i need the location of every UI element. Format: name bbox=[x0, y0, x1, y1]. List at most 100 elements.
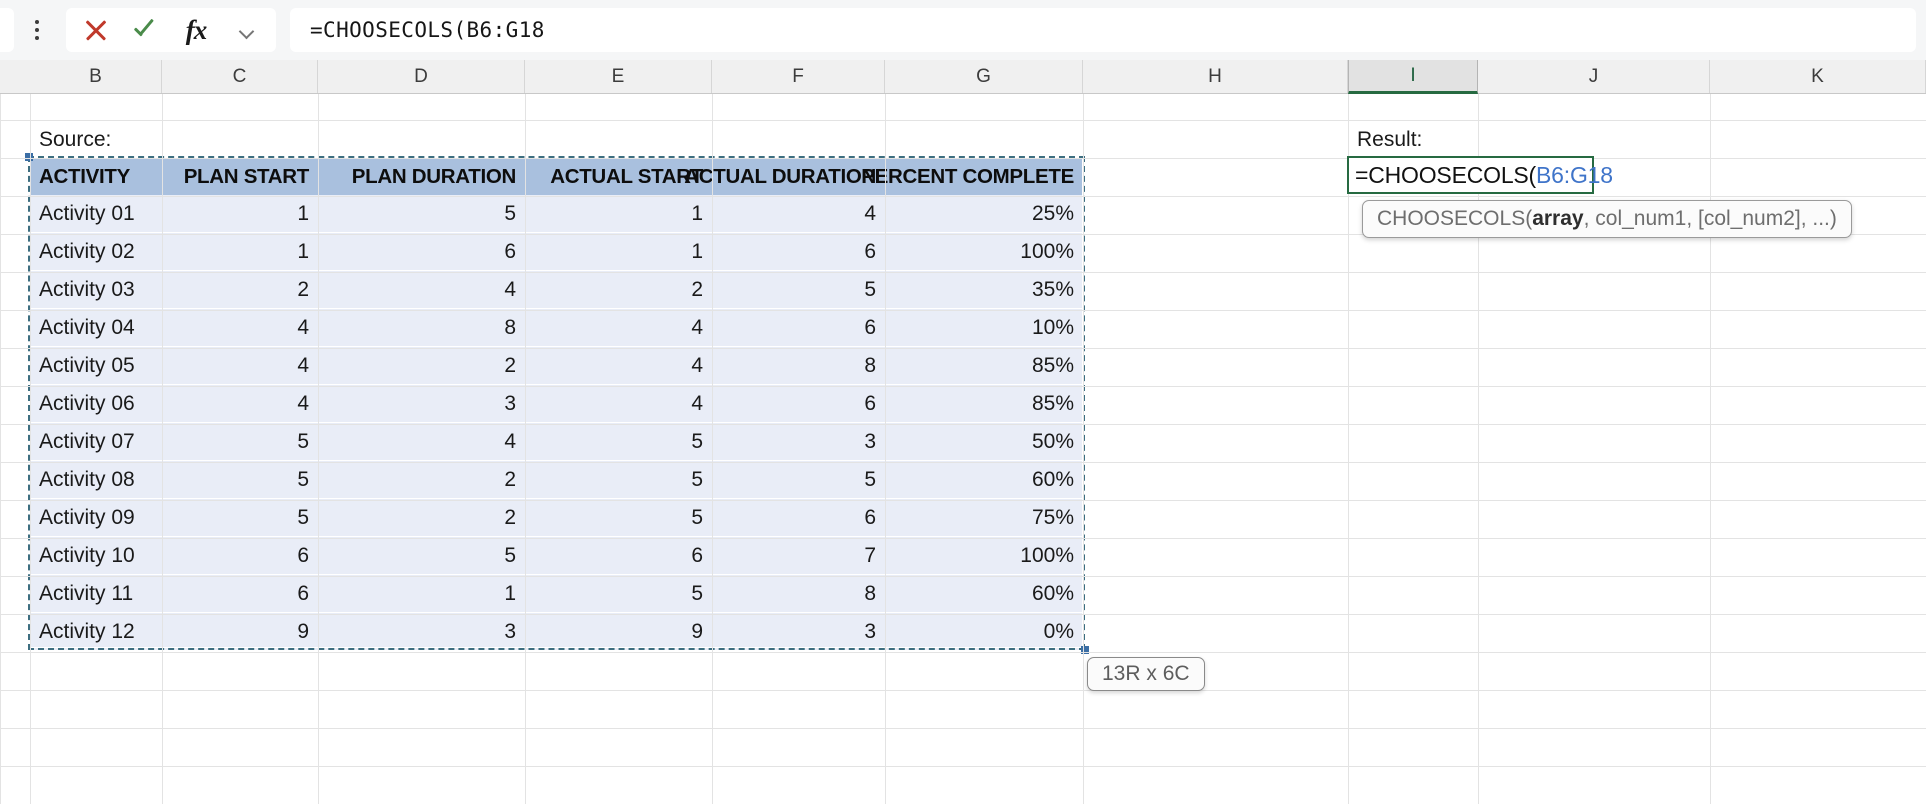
column-header-c[interactable]: C bbox=[162, 60, 318, 93]
column-header-e[interactable]: E bbox=[525, 60, 712, 93]
table-header-cell[interactable]: ACTUAL DURATION bbox=[684, 158, 885, 195]
table-row-cell[interactable]: 8 bbox=[712, 575, 885, 612]
insert-function-button[interactable]: fx bbox=[176, 10, 216, 50]
column-header-i[interactable]: I bbox=[1348, 60, 1478, 94]
table-row-cell[interactable]: Activity 11 bbox=[30, 575, 162, 612]
table-row-cell[interactable]: 5 bbox=[162, 499, 318, 536]
table-row-cell[interactable]: 6 bbox=[712, 233, 885, 270]
table-row-cell[interactable]: 9 bbox=[525, 613, 712, 650]
table-row-cell[interactable]: Activity 02 bbox=[30, 233, 162, 270]
table-row-cell[interactable]: 5 bbox=[525, 461, 712, 498]
table-row-cell[interactable]: 4 bbox=[162, 385, 318, 422]
table-row-cell[interactable]: 5 bbox=[318, 537, 525, 574]
table-row-cell[interactable]: Activity 09 bbox=[30, 499, 162, 536]
table-row-cell[interactable]: 5 bbox=[162, 423, 318, 460]
table-row-cell[interactable]: 6 bbox=[162, 537, 318, 574]
table-row-cell[interactable]: 6 bbox=[162, 575, 318, 612]
table-row-cell[interactable]: 2 bbox=[525, 271, 712, 308]
table-row-cell[interactable]: 1 bbox=[162, 233, 318, 270]
table-row-cell[interactable]: 7 bbox=[712, 537, 885, 574]
cancel-formula-button[interactable] bbox=[76, 10, 116, 50]
table-row-cell[interactable]: 5 bbox=[525, 499, 712, 536]
table-row-cell[interactable]: 5 bbox=[712, 271, 885, 308]
table-row-cell[interactable]: 6 bbox=[318, 233, 525, 270]
table-header-cell[interactable]: PLAN DURATION bbox=[318, 158, 525, 195]
table-row-cell[interactable]: 2 bbox=[162, 271, 318, 308]
table-row-cell[interactable]: 85% bbox=[885, 347, 1083, 384]
table-row-cell[interactable]: 1 bbox=[318, 575, 525, 612]
table-header-cell[interactable]: PERCENT COMPLETE bbox=[861, 158, 1083, 195]
table-header-cell[interactable]: ACTIVITY bbox=[30, 158, 162, 195]
table-row-cell[interactable]: 6 bbox=[525, 537, 712, 574]
enter-formula-button[interactable] bbox=[126, 10, 166, 50]
table-row-cell[interactable]: 4 bbox=[525, 347, 712, 384]
table-row-cell[interactable]: Activity 06 bbox=[30, 385, 162, 422]
table-row-cell[interactable]: 5 bbox=[712, 461, 885, 498]
cell-result-label[interactable]: Result: bbox=[1348, 121, 1478, 158]
table-row-cell[interactable]: 3 bbox=[712, 613, 885, 650]
grid-horizontal-line bbox=[0, 728, 1926, 729]
table-row-cell[interactable]: 6 bbox=[712, 309, 885, 346]
table-row-cell[interactable]: Activity 07 bbox=[30, 423, 162, 460]
table-row-cell[interactable]: Activity 08 bbox=[30, 461, 162, 498]
table-row-cell[interactable]: Activity 05 bbox=[30, 347, 162, 384]
column-header-j[interactable]: J bbox=[1478, 60, 1710, 93]
table-row-cell[interactable]: 4 bbox=[525, 309, 712, 346]
table-row-cell[interactable]: 8 bbox=[318, 309, 525, 346]
column-header-f[interactable]: F bbox=[712, 60, 885, 93]
table-row-cell[interactable]: 4 bbox=[318, 423, 525, 460]
table-row-cell[interactable]: 2 bbox=[318, 461, 525, 498]
table-row-cell[interactable]: 5 bbox=[318, 195, 525, 232]
table-row-cell[interactable]: Activity 04 bbox=[30, 309, 162, 346]
table-row-cell[interactable]: 9 bbox=[162, 613, 318, 650]
column-header-g[interactable]: G bbox=[885, 60, 1083, 93]
cell-source-label[interactable]: Source: bbox=[30, 121, 162, 158]
table-row-cell[interactable]: 100% bbox=[885, 537, 1083, 574]
table-row-cell[interactable]: 2 bbox=[318, 347, 525, 384]
table-row-cell[interactable]: 10% bbox=[885, 309, 1083, 346]
column-header-k[interactable]: K bbox=[1710, 60, 1926, 93]
table-row-cell[interactable]: 3 bbox=[318, 385, 525, 422]
table-header-cell[interactable]: PLAN START bbox=[162, 158, 318, 195]
table-row-cell[interactable]: 3 bbox=[712, 423, 885, 460]
table-row-cell[interactable]: Activity 01 bbox=[30, 195, 162, 232]
table-row-cell[interactable]: 4 bbox=[712, 195, 885, 232]
table-row-cell[interactable]: 100% bbox=[885, 233, 1083, 270]
table-row-cell[interactable]: Activity 10 bbox=[30, 537, 162, 574]
table-row-cell[interactable]: 4 bbox=[525, 385, 712, 422]
table-row-cell[interactable]: Activity 03 bbox=[30, 271, 162, 308]
column-header-b[interactable]: B bbox=[30, 60, 162, 93]
expand-formula-bar-button[interactable] bbox=[226, 10, 266, 50]
column-header-h[interactable]: H bbox=[1083, 60, 1348, 93]
table-row-cell[interactable]: 4 bbox=[318, 271, 525, 308]
table-row-cell[interactable]: 60% bbox=[885, 575, 1083, 612]
table-row-cell[interactable]: 85% bbox=[885, 385, 1083, 422]
column-header-d[interactable]: D bbox=[318, 60, 525, 93]
name-box-dropdown[interactable] bbox=[0, 8, 14, 52]
table-row-cell[interactable]: 1 bbox=[525, 233, 712, 270]
active-cell-editor[interactable]: =CHOOSECOLS(B6:G18 bbox=[1347, 156, 1613, 194]
table-row-cell[interactable]: 5 bbox=[525, 575, 712, 612]
table-row-cell[interactable]: Activity 12 bbox=[30, 613, 162, 650]
selection-handle-top-left[interactable] bbox=[25, 153, 33, 161]
table-row-cell[interactable]: 0% bbox=[885, 613, 1083, 650]
formula-input[interactable]: =CHOOSECOLS(B6:G18 bbox=[290, 8, 1916, 52]
table-row-cell[interactable]: 1 bbox=[162, 195, 318, 232]
table-row-cell[interactable]: 50% bbox=[885, 423, 1083, 460]
table-row-cell[interactable]: 4 bbox=[162, 347, 318, 384]
table-row-cell[interactable]: 35% bbox=[885, 271, 1083, 308]
table-row-cell[interactable]: 1 bbox=[525, 195, 712, 232]
table-row-cell[interactable]: 4 bbox=[162, 309, 318, 346]
table-row-cell[interactable]: 6 bbox=[712, 385, 885, 422]
table-row-cell[interactable]: 6 bbox=[712, 499, 885, 536]
spreadsheet-grid[interactable]: Source: Result: ACTIVITY PLAN START PLAN D… bbox=[0, 94, 1926, 804]
table-row-cell[interactable]: 3 bbox=[318, 613, 525, 650]
table-row-cell[interactable]: 2 bbox=[318, 499, 525, 536]
table-row-cell[interactable]: 8 bbox=[712, 347, 885, 384]
table-row-cell[interactable]: 25% bbox=[885, 195, 1083, 232]
table-row-cell[interactable]: 5 bbox=[525, 423, 712, 460]
table-row-cell[interactable]: 5 bbox=[162, 461, 318, 498]
table-row-cell[interactable]: 60% bbox=[885, 461, 1083, 498]
more-options-button[interactable] bbox=[22, 8, 52, 52]
table-row-cell[interactable]: 75% bbox=[885, 499, 1083, 536]
